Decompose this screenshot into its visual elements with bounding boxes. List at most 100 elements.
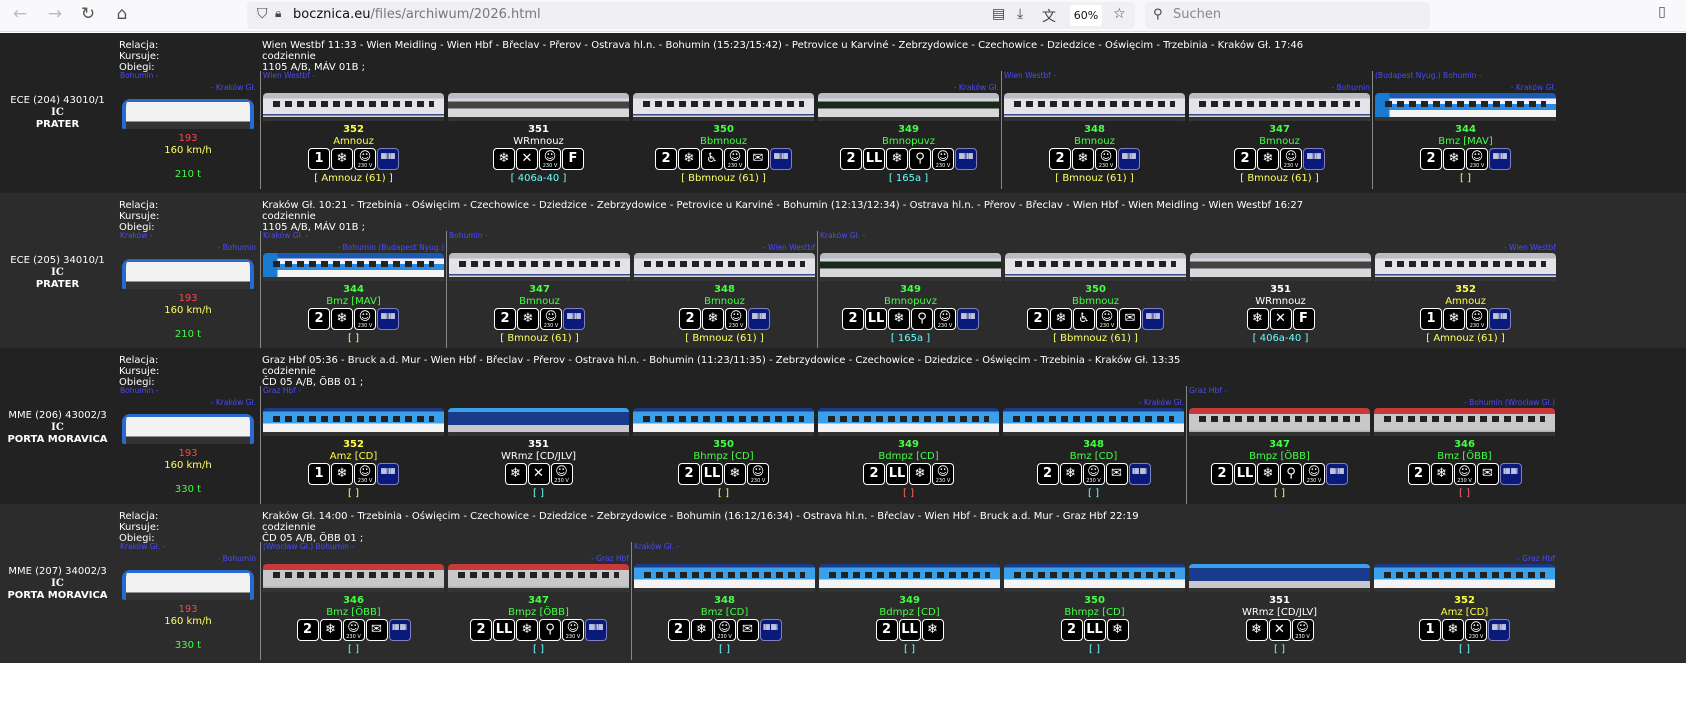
car-amenities: 2 LL ❄	[1002, 619, 1187, 642]
car-number: 346	[1454, 439, 1475, 450]
car-image[interactable]	[1189, 564, 1370, 592]
car-image[interactable]	[1004, 93, 1185, 121]
forward-icon[interactable]: →	[43, 4, 67, 24]
car-image[interactable]	[1005, 253, 1186, 281]
car[interactable]: 351 WRmnouz ❄ ✕ ☺ 230 V F [ 406a-40 ]	[446, 93, 631, 189]
car-image[interactable]	[633, 408, 814, 436]
search-input[interactable]: ⚲ Suchen	[1145, 2, 1430, 29]
car[interactable]: 349 Bdmpz [CD] 2 LL ❄ ☺ 230 V [ ]	[816, 408, 1001, 504]
open-seating-icon: ▦▦	[377, 463, 399, 485]
lock-icon[interactable]: 🔒︎	[275, 6, 281, 21]
car[interactable]: 351 WRmz [CD/JLV] ❄ ✕ ☺ 230 V [ ]	[1187, 564, 1372, 660]
car-group: (Wrocław Gł.) Bohumin - - Graz Hbf 346 Bmz …	[260, 542, 631, 660]
reload-icon[interactable]: ↻	[76, 4, 100, 24]
sidebar-icon[interactable]: ▯	[1650, 4, 1674, 20]
car[interactable]: 352 Amz [CD] 1 ❄ ☺ 230 V ▦▦ [ ]	[1372, 564, 1557, 660]
relation-label: Relacja:	[119, 355, 159, 366]
car-image[interactable]	[634, 564, 815, 592]
second-class-icon: 2	[1027, 308, 1049, 330]
car-image[interactable]	[634, 253, 815, 281]
car[interactable]: 348 Bmz [CD] 2 ❄ ☺ 230 V ✉ ▦▦[ ]	[1001, 408, 1186, 504]
car-image[interactable]	[263, 564, 444, 592]
couchette-icon: LL	[1083, 619, 1106, 641]
url-bar[interactable]: ⛉ 🔒︎ bocznica.eu/files/archiwum/2026.htm…	[247, 2, 1135, 29]
search-icon: ⚲	[1153, 7, 1163, 22]
car[interactable]: 347 Bmpz [ÖBB] 2 LL ❄ ⚲ ☺ 230 V ▦▦[ ]	[446, 564, 631, 660]
car[interactable]: 347 Bmnouz 2 ❄ ☺ 230 V ▦▦ [ Bmnouz (61) ]	[1187, 93, 1372, 189]
back-icon[interactable]: ←	[8, 4, 32, 24]
car-image[interactable]	[1190, 253, 1371, 281]
car[interactable]: 346 Bmz [ÖBB] 2 ❄ ☺ 230 V ✉ ▦▦[ ]	[1372, 408, 1557, 504]
car-image[interactable]	[633, 93, 814, 121]
car-image[interactable]	[1003, 408, 1184, 436]
car[interactable]: 351 WRmz [CD/JLV] ❄ ✕ ☺ 230 V [ ]	[446, 408, 631, 504]
car-bogies	[818, 117, 999, 121]
reader-view-icon[interactable]: ▤	[992, 6, 1005, 22]
car[interactable]: 347 Bmpz [ÖBB] 2 LL ❄ ⚲ ☺ 230 V ▦▦[ ]	[1187, 408, 1372, 504]
car-image[interactable]	[819, 564, 1000, 592]
car-image[interactable]	[1004, 564, 1185, 592]
car-note: [ Bbmnouz (61) ]	[1053, 333, 1138, 344]
car-image[interactable]	[1189, 93, 1370, 121]
car-bogies	[634, 588, 815, 592]
car[interactable]: 352 Amnouz 1 ❄ ☺ 230 V ▦▦ [ Amnouz (61) ]	[261, 93, 446, 189]
car[interactable]: 350 Bbmnouz 2 ❄ ♿ ☺ 230 V ✉ ▦▦[ Bbmnouz (61) ]	[1003, 253, 1188, 349]
car[interactable]: 350 Bhmpz [CD] 2 LL ❄ ☺ 230 V [ ]	[631, 408, 816, 504]
car[interactable]: 348 Bmnouz 2 ❄ ☺ 230 V ▦▦ [ Bmnouz (61) ]	[1002, 93, 1187, 189]
shield-icon[interactable]: ⛉	[257, 6, 268, 22]
car-number: 349	[900, 284, 921, 295]
car-bogies	[1189, 432, 1370, 436]
air-conditioning-icon: ❄	[921, 619, 944, 641]
translate-icon[interactable]: 文	[1042, 6, 1056, 26]
car-groups: Graz Hbf -- Kraków Gł. 352 Amz [CD] 1 ❄ ☺ 230 …	[260, 386, 1557, 504]
car[interactable]: 352 Amnouz 1 ❄ ☺ 230 V ▦▦ [ Amnouz (61) ]	[1373, 253, 1558, 349]
bookmark-star-icon[interactable]: ☆	[1113, 6, 1126, 22]
air-conditioning-icon: ❄	[331, 463, 353, 485]
car[interactable]: 346 Bmz [ÖBB] 2 ❄ ☺ 230 V ✉ ▦▦[ ]	[261, 564, 446, 660]
loco-speed: 160 km/h	[164, 145, 212, 156]
car[interactable]: 344 Bmz [MAV] 2 ❄ ☺ 230 V ▦▦ [ ]	[261, 253, 446, 349]
air-conditioning-icon: ❄	[702, 308, 724, 330]
car-image[interactable]	[820, 253, 1001, 281]
car-amenities: 2 LL ❄ ⚲ ☺ 230 V ▦▦	[446, 619, 631, 642]
air-conditioning-icon: ❄	[909, 463, 931, 485]
car-image[interactable]	[263, 93, 444, 121]
car-image[interactable]	[263, 253, 444, 281]
air-conditioning-icon: ❄	[1443, 148, 1465, 170]
car[interactable]: 344 Bmz [MAV] 2 ❄ ☺ 230 V ▦▦ [ ]	[1373, 93, 1558, 189]
mail-compartment-icon: ✉	[747, 148, 769, 170]
air-conditioning-icon: ❄	[1442, 619, 1464, 641]
car-image[interactable]	[448, 564, 629, 592]
car[interactable]: 348 Bmz [CD] 2 ❄ ☺ 230 V ✉ ▦▦[ ]	[632, 564, 817, 660]
car-image[interactable]	[1374, 564, 1555, 592]
car[interactable]: 351 WRmnouz ❄ ✕ F [ 406a-40 ]	[1188, 253, 1373, 349]
car[interactable]: 352 Amz [CD] 1 ❄ ☺ 230 V ▦▦ [ ]	[261, 408, 446, 504]
home-icon[interactable]: ⌂	[110, 4, 134, 24]
car[interactable]: 349 Bmnopuvz 2 LL ❄ ⚲ ☺ 230 V ▦▦[ 165a ]	[818, 253, 1003, 349]
car[interactable]: 349 Bmnopuvz 2 LL ❄ ⚲ ☺ 230 V ▦▦[ 165a ]	[816, 93, 1001, 189]
car-image[interactable]	[263, 408, 444, 436]
car[interactable]: 350 Bhmpz [CD] 2 LL ❄ [ ]	[1002, 564, 1187, 660]
car-image[interactable]	[1189, 408, 1370, 436]
car-image[interactable]	[818, 93, 999, 121]
train-name: MME (207) 34002/3 IC PORTA MORAVICA	[0, 566, 115, 602]
car-image[interactable]	[448, 408, 629, 436]
car[interactable]: 349 Bdmpz [CD] 2 LL ❄ [ ]	[817, 564, 1002, 660]
car-image[interactable]	[448, 93, 629, 121]
car-image[interactable]	[1375, 253, 1556, 281]
car[interactable]: 350 Bbmnouz 2 ❄ ♿ ☺ 230 V ✉ ▦▦[ Bbmnouz (61) ]	[631, 93, 816, 189]
car-amenities: 1 ❄ ☺ 230 V ▦▦	[261, 463, 446, 486]
power-socket-icon: ☺ 230 V	[342, 619, 365, 641]
train-row: ECE (205) 34010/1 IC PRATER Relacja: Kursuje…	[0, 193, 1686, 349]
car-image[interactable]	[1374, 408, 1555, 436]
car[interactable]: 348 Bmnouz 2 ❄ ☺ 230 V ▦▦ [ Bmnouz (61) ]	[632, 253, 817, 349]
air-conditioning-icon: ❄	[493, 148, 515, 170]
zoom-level[interactable]: 60%	[1070, 5, 1102, 26]
download-page-icon[interactable]: ⤓	[1017, 6, 1023, 22]
car-number: 349	[898, 124, 919, 135]
car-number: 348	[1083, 439, 1104, 450]
car[interactable]: 347 Bmnouz 2 ❄ ☺ 230 V ▦▦ [ Bmnouz (61) ]	[447, 253, 632, 349]
car-image[interactable]	[1375, 93, 1556, 121]
car-image[interactable]	[449, 253, 630, 281]
car-image[interactable]	[818, 408, 999, 436]
